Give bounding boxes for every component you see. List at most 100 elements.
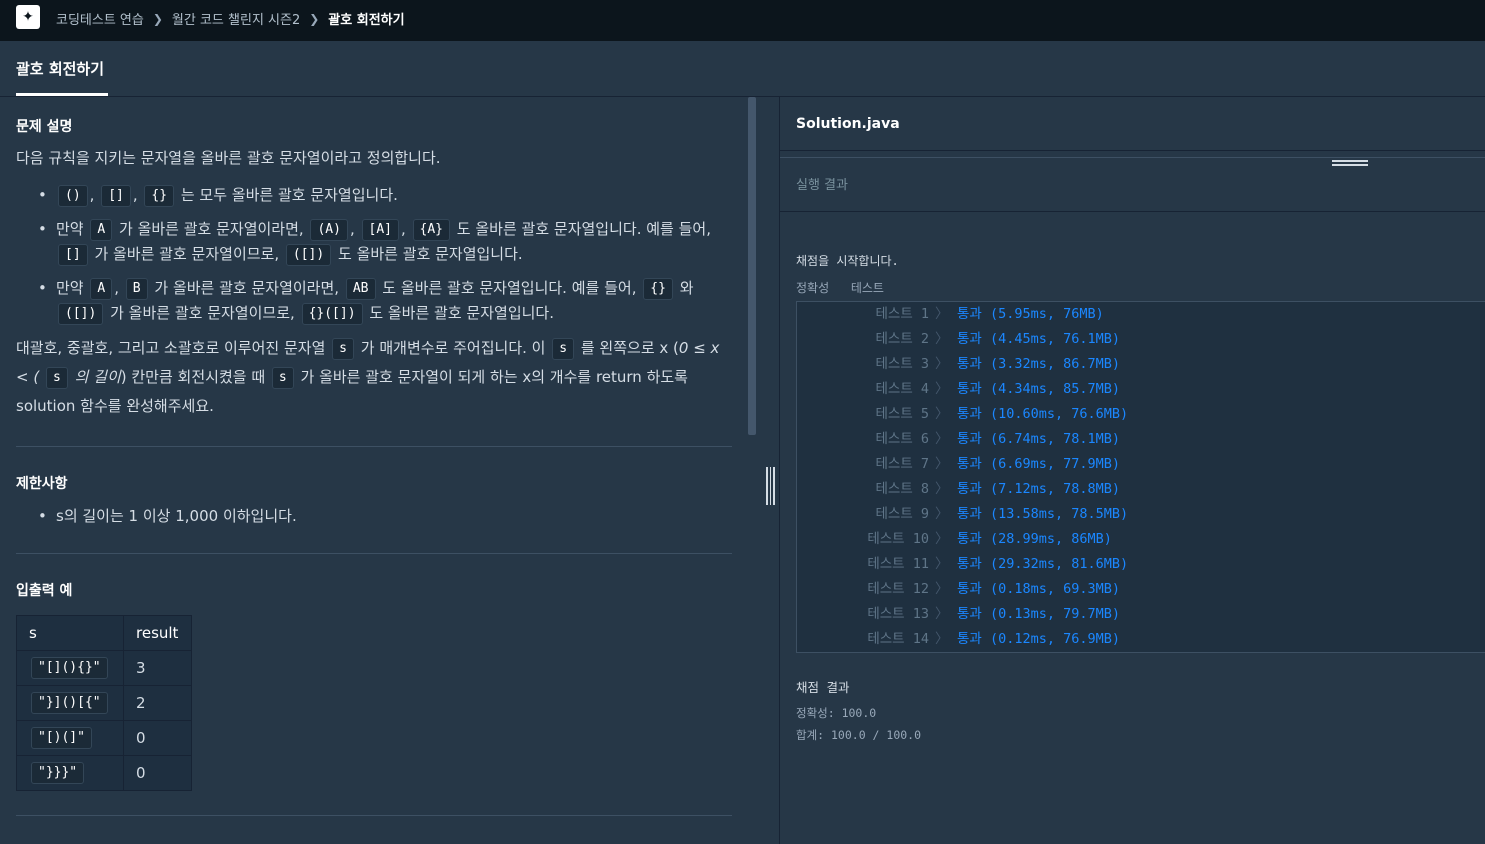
test-result: 통과 (5.95ms, 76MB) bbox=[957, 306, 1104, 322]
statement-math: 의 길이 bbox=[74, 368, 121, 386]
test-results-list: 테스트 1 〉 통과 (5.95ms, 76MB) 테스트 2 〉 통과 (4.45ms,… bbox=[796, 301, 1485, 653]
test-name: 테스트 2 bbox=[875, 331, 929, 347]
table-cell-result: 0 bbox=[123, 755, 192, 791]
test-result: 통과 (7.12ms, 78.8MB) bbox=[957, 481, 1121, 497]
test-name-wrap: 테스트 3 bbox=[797, 352, 929, 377]
statement-text: ) 칸만큼 회전시켰을 때 bbox=[120, 368, 266, 386]
active-tab-indicator bbox=[16, 93, 108, 96]
rule-text: 도 올바른 괄호 문자열입니다. bbox=[369, 304, 554, 322]
result-divider bbox=[780, 211, 1485, 212]
problem-description-title: 문제 설명 bbox=[16, 119, 73, 135]
rule-text: 가 올바른 괄호 문자열이라면, bbox=[119, 220, 304, 238]
test-name: 테스트 13 bbox=[867, 606, 929, 622]
chevron-right-icon: ❯ bbox=[309, 11, 320, 26]
chevron-right-icon: 〉 bbox=[935, 381, 949, 397]
breadcrumb-item-practice[interactable]: 코딩테스트 연습 bbox=[56, 9, 144, 28]
test-name: 테스트 1 bbox=[875, 306, 929, 322]
test-result: 통과 (4.34ms, 85.7MB) bbox=[957, 381, 1121, 397]
problem-intro: 다음 규칙을 지키는 문자열을 올바른 괄호 문자열이라고 정의합니다. bbox=[16, 149, 441, 167]
chevron-right-icon: 〉 bbox=[935, 631, 949, 647]
code-snippet: ([]) bbox=[58, 302, 104, 325]
statement-text: 대괄호, 중괄호, 그리고 소괄호로 이루어진 문자열 bbox=[16, 339, 326, 357]
table-cell-s: "}]()[{" bbox=[16, 685, 124, 721]
top-bar: ✦ 코딩테스트 연습 ❯ 월간 코드 챌린지 시즌2 ❯ 괄호 회전하기 bbox=[0, 0, 1485, 41]
code-snippet: {} bbox=[144, 184, 175, 207]
programmers-logo-icon[interactable]: ✦ bbox=[16, 5, 40, 29]
breadcrumb-item-challenge[interactable]: 월간 코드 챌린지 시즌2 bbox=[172, 9, 300, 28]
chevron-right-icon: 〉 bbox=[935, 506, 949, 522]
code-snippet: s bbox=[552, 337, 575, 360]
accuracy-header-label: 정확성 bbox=[796, 281, 830, 295]
chevron-right-icon: 〉 bbox=[935, 606, 949, 622]
panel-resize-handle[interactable] bbox=[766, 467, 776, 505]
chevron-right-icon: 〉 bbox=[935, 356, 949, 372]
grip-line bbox=[766, 467, 768, 505]
table-cell-result: 3 bbox=[123, 650, 192, 686]
grading-start-text: 채점을 시작합니다. bbox=[796, 254, 899, 268]
grip-line bbox=[773, 467, 776, 505]
code-snippet: {}([]) bbox=[301, 302, 363, 325]
rule-1: (), [], {} 는 모두 올바른 괄호 문자열입니다. bbox=[16, 183, 732, 208]
chevron-right-icon: 〉 bbox=[935, 431, 949, 447]
test-result-row: 테스트 14 〉 통과 (0.12ms, 76.9MB) bbox=[797, 627, 1485, 652]
test-result: 통과 (4.45ms, 76.1MB) bbox=[957, 331, 1121, 347]
test-result-row: 테스트 3 〉 통과 (3.32ms, 86.7MB) bbox=[797, 352, 1485, 377]
test-name-wrap: 테스트 14 bbox=[797, 627, 929, 652]
chevron-right-icon: 〉 bbox=[935, 556, 949, 572]
test-result-row: 테스트 2 〉 통과 (4.45ms, 76.1MB) bbox=[797, 327, 1485, 352]
test-result-row: 테스트 4 〉 통과 (4.34ms, 85.7MB) bbox=[797, 377, 1485, 402]
code-snippet: (A) bbox=[310, 218, 348, 241]
test-result: 통과 (0.12ms, 76.9MB) bbox=[957, 631, 1121, 647]
table-row: "[](){}" 3 bbox=[16, 650, 192, 686]
test-name: 테스트 10 bbox=[867, 531, 929, 547]
test-result-row: 테스트 1 〉 통과 (5.95ms, 76MB) bbox=[797, 302, 1485, 327]
breadcrumb: 코딩테스트 연습 ❯ 월간 코드 챌린지 시즌2 ❯ 괄호 회전하기 bbox=[56, 9, 405, 29]
grade-result-title: 채점 결과 bbox=[796, 680, 850, 695]
statement-text: 를 왼쪽으로 x ( bbox=[580, 339, 679, 357]
code-snippet: s bbox=[271, 366, 294, 389]
test-name: 테스트 4 bbox=[875, 381, 929, 397]
chevron-right-icon: 〉 bbox=[935, 456, 949, 472]
editor-filename[interactable]: Solution.java bbox=[796, 116, 900, 132]
io-examples-table: s result "[](){}" 3 "}]()[{" 2 "[)(]" 0 bbox=[16, 615, 192, 791]
chevron-right-icon: ❯ bbox=[152, 11, 163, 26]
limits-list: s의 길이는 1 이상 1,000 이하입니다. bbox=[16, 504, 732, 529]
chevron-right-icon: 〉 bbox=[935, 306, 949, 322]
rule-text: 만약 bbox=[56, 220, 84, 238]
section-divider bbox=[16, 446, 732, 447]
rule-text: 만약 bbox=[56, 279, 84, 297]
rule-text: 와 bbox=[679, 279, 694, 297]
test-result: 통과 (0.13ms, 79.7MB) bbox=[957, 606, 1121, 622]
rule-3: 만약 A, B 가 올바른 괄호 문자열이라면, AB 도 올바른 괄호 문자열… bbox=[16, 276, 732, 326]
code-snippet: s bbox=[332, 337, 354, 360]
editor-divider bbox=[780, 150, 1485, 151]
code-snippet: () bbox=[58, 184, 88, 207]
table-row: "}]()[{" 2 bbox=[16, 685, 192, 721]
tab-bar: 괄호 회전하기 bbox=[0, 41, 1485, 97]
test-name-wrap: 테스트 2 bbox=[797, 327, 929, 352]
code-snippet: ([]) bbox=[285, 243, 332, 266]
test-name: 테스트 9 bbox=[875, 506, 929, 522]
test-name: 테스트 6 bbox=[875, 431, 929, 447]
test-result: 통과 (10.60ms, 76.6MB) bbox=[957, 406, 1129, 422]
rule-2: 만약 A 가 올바른 괄호 문자열이라면, (A), [A], {A} 도 올바… bbox=[16, 217, 732, 267]
tab-problem[interactable]: 괄호 회전하기 bbox=[16, 58, 104, 79]
grade-accuracy: 정확성: 100.0 bbox=[796, 706, 877, 720]
rule-text: 는 모두 올바른 괄호 문자열입니다. bbox=[180, 186, 398, 204]
result-tab[interactable]: 실행 결과 bbox=[796, 174, 848, 193]
test-result-row: 테스트 9 〉 통과 (13.58ms, 78.5MB) bbox=[797, 502, 1485, 527]
result-resize-handle[interactable] bbox=[1332, 160, 1368, 168]
test-name: 테스트 8 bbox=[875, 481, 929, 497]
limit-item: s의 길이는 1 이상 1,000 이하입니다. bbox=[16, 504, 732, 529]
test-header-label: 테스트 bbox=[850, 281, 884, 295]
test-name: 테스트 14 bbox=[867, 631, 929, 647]
io-examples-title: 입출력 예 bbox=[16, 583, 73, 599]
table-header-s: s bbox=[16, 615, 124, 651]
test-result-row: 테스트 12 〉 통과 (0.18ms, 69.3MB) bbox=[797, 577, 1485, 602]
chevron-right-icon: 〉 bbox=[935, 481, 949, 497]
code-snippet: "}}}" bbox=[31, 762, 85, 784]
test-name: 테스트 12 bbox=[867, 581, 929, 597]
table-cell-result: 2 bbox=[123, 685, 192, 721]
problem-statement: 대괄호, 중괄호, 그리고 소괄호로 이루어진 문자열 s 가 매개변수로 주어… bbox=[16, 334, 732, 421]
scrollbar[interactable] bbox=[748, 97, 756, 435]
